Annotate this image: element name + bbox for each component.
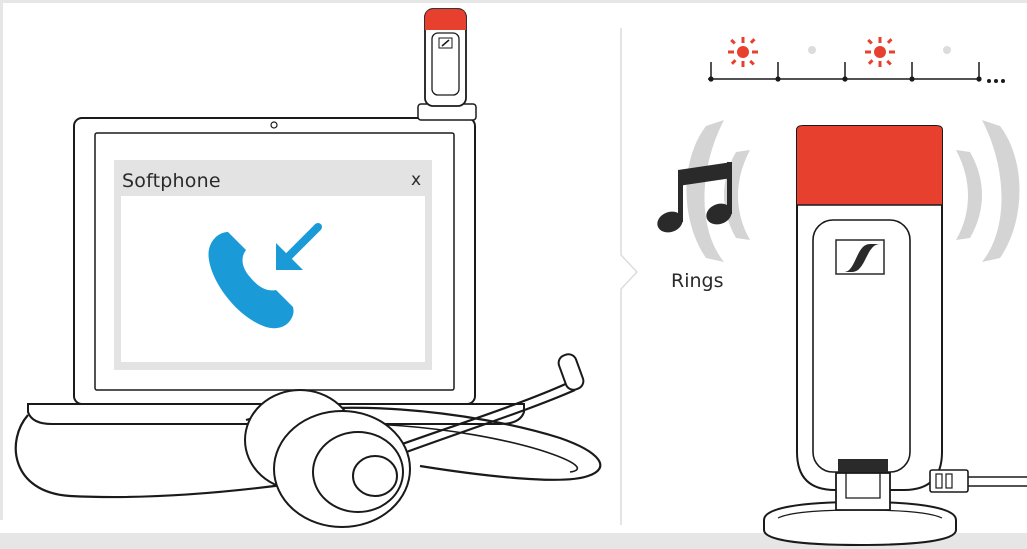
status-label: Rings (671, 270, 724, 292)
led-on-icon (728, 37, 758, 67)
led-off-icon (808, 46, 816, 54)
left-border (0, 0, 3, 520)
close-button[interactable]: x (411, 170, 421, 190)
softphone-window-title: Softphone (122, 170, 221, 192)
top-border (0, 0, 1027, 3)
illustration-canvas (0, 0, 1027, 549)
blink-timeline (708, 37, 1005, 83)
led-on-icon (865, 37, 895, 67)
usb-dongle (417, 8, 477, 121)
dongle-large (763, 125, 1027, 547)
led-off-icon (943, 46, 951, 54)
panel-divider (620, 28, 639, 525)
sennheiser-logo-icon (835, 239, 885, 275)
